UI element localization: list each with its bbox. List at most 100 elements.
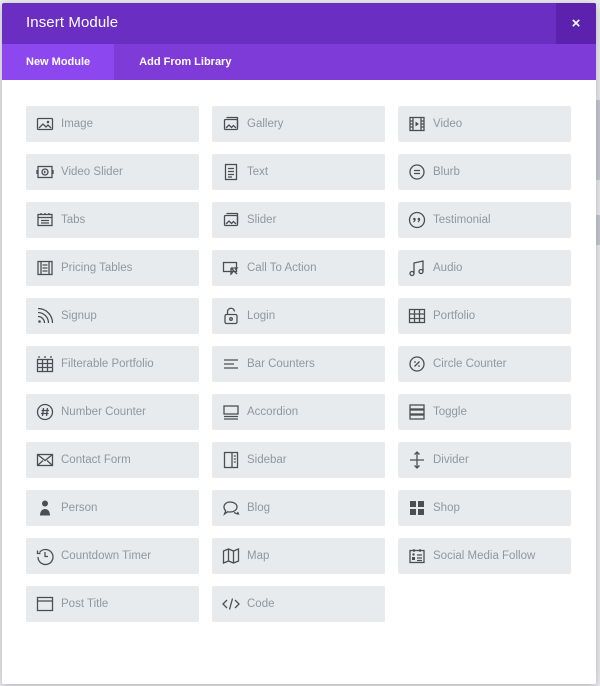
module-label: Video (433, 118, 463, 130)
map-icon (221, 546, 241, 566)
module-divider[interactable]: Divider (398, 442, 571, 478)
toggle-icon (407, 402, 427, 422)
module-post-title[interactable]: Post Title (26, 586, 199, 622)
tab-add-from-library[interactable]: Add From Library (114, 44, 256, 80)
module-label: Contact Form (61, 454, 131, 466)
pricing-tables-icon (35, 258, 55, 278)
module-label: Portfolio (433, 310, 476, 322)
module-label: Gallery (247, 118, 284, 130)
module-video[interactable]: Video (398, 106, 571, 142)
module-label: Image (61, 118, 93, 130)
module-accordion[interactable]: Accordion (212, 394, 385, 430)
module-sidebar[interactable]: Sidebar (212, 442, 385, 478)
gallery-icon (221, 114, 241, 134)
module-label: Filterable Portfolio (61, 358, 154, 370)
dialog-header: Insert Module × (2, 3, 596, 44)
module-countdown-timer[interactable]: Countdown Timer (26, 538, 199, 574)
video-slider-icon (35, 162, 55, 182)
module-bar-counters[interactable]: Bar Counters (212, 346, 385, 382)
testimonial-icon (407, 210, 427, 230)
module-login[interactable]: Login (212, 298, 385, 334)
call-to-action-icon (221, 258, 241, 278)
module-slider[interactable]: Slider (212, 202, 385, 238)
filterable-portfolio-icon (35, 354, 55, 374)
audio-icon (407, 258, 427, 278)
contact-form-icon (35, 450, 55, 470)
circle-counter-icon (407, 354, 427, 374)
number-counter-icon (35, 402, 55, 422)
module-label: Pricing Tables (61, 262, 133, 274)
module-gallery[interactable]: Gallery (212, 106, 385, 142)
module-label: Social Media Follow (433, 550, 536, 562)
module-label: Accordion (247, 406, 299, 418)
module-blurb[interactable]: Blurb (398, 154, 571, 190)
text-icon (221, 162, 241, 182)
blog-icon (221, 498, 241, 518)
module-label: Text (247, 166, 269, 178)
module-audio[interactable]: Audio (398, 250, 571, 286)
image-icon (35, 114, 55, 134)
dialog-title: Insert Module (26, 14, 119, 31)
module-label: Slider (247, 214, 277, 226)
module-video-slider[interactable]: Video Slider (26, 154, 199, 190)
module-code[interactable]: Code (212, 586, 385, 622)
module-label: Circle Counter (433, 358, 507, 370)
module-label: Blog (247, 502, 271, 514)
module-label: Login (247, 310, 276, 322)
sidebar-icon (221, 450, 241, 470)
module-label: Person (61, 502, 98, 514)
accordion-icon (221, 402, 241, 422)
tabs-icon (35, 210, 55, 230)
module-label: Map (247, 550, 270, 562)
post-title-icon (35, 594, 55, 614)
module-blog[interactable]: Blog (212, 490, 385, 526)
module-filterable-portfolio[interactable]: Filterable Portfolio (26, 346, 199, 382)
close-button[interactable]: × (556, 3, 596, 44)
module-label: Shop (433, 502, 460, 514)
module-label: Toggle (433, 406, 467, 418)
module-label: Audio (433, 262, 463, 274)
module-social-media-follow[interactable]: Social Media Follow (398, 538, 571, 574)
module-label: Tabs (61, 214, 86, 226)
module-number-counter[interactable]: Number Counter (26, 394, 199, 430)
tab-new-module[interactable]: New Module (2, 44, 115, 80)
module-signup[interactable]: Signup (26, 298, 199, 334)
module-contact-form[interactable]: Contact Form (26, 442, 199, 478)
module-toggle[interactable]: Toggle (398, 394, 571, 430)
module-label: Divider (433, 454, 469, 466)
portfolio-icon (407, 306, 427, 326)
module-label: Post Title (61, 598, 109, 610)
module-tabs[interactable]: Tabs (26, 202, 199, 238)
code-icon (221, 594, 241, 614)
countdown-timer-icon (35, 546, 55, 566)
video-icon (407, 114, 427, 134)
module-map[interactable]: Map (212, 538, 385, 574)
module-text[interactable]: Text (212, 154, 385, 190)
tab-bar: New Module Add From Library (2, 44, 596, 80)
person-icon (35, 498, 55, 518)
module-circle-counter[interactable]: Circle Counter (398, 346, 571, 382)
module-person[interactable]: Person (26, 490, 199, 526)
module-grid: Image Gallery Video Video Slider Text Blurb Ta… (26, 106, 571, 622)
module-pricing-tables[interactable]: Pricing Tables (26, 250, 199, 286)
module-call-to-action[interactable]: Call To Action (212, 250, 385, 286)
module-image[interactable]: Image (26, 106, 199, 142)
module-label: Blurb (433, 166, 460, 178)
module-label: Code (247, 598, 275, 610)
module-testimonial[interactable]: Testimonial (398, 202, 571, 238)
module-label: Testimonial (433, 214, 491, 226)
module-shop[interactable]: Shop (398, 490, 571, 526)
module-label: Bar Counters (247, 358, 315, 370)
login-icon (221, 306, 241, 326)
module-label: Signup (61, 310, 97, 322)
divider-icon (407, 450, 427, 470)
social-media-follow-icon (407, 546, 427, 566)
bar-counters-icon (221, 354, 241, 374)
module-label: Number Counter (61, 406, 147, 418)
module-label: Countdown Timer (61, 550, 152, 562)
signup-icon (35, 306, 55, 326)
module-portfolio[interactable]: Portfolio (398, 298, 571, 334)
insert-module-dialog: Insert Module × New Module Add From Libr… (2, 3, 596, 684)
shop-icon (407, 498, 427, 518)
slider-icon (221, 210, 241, 230)
